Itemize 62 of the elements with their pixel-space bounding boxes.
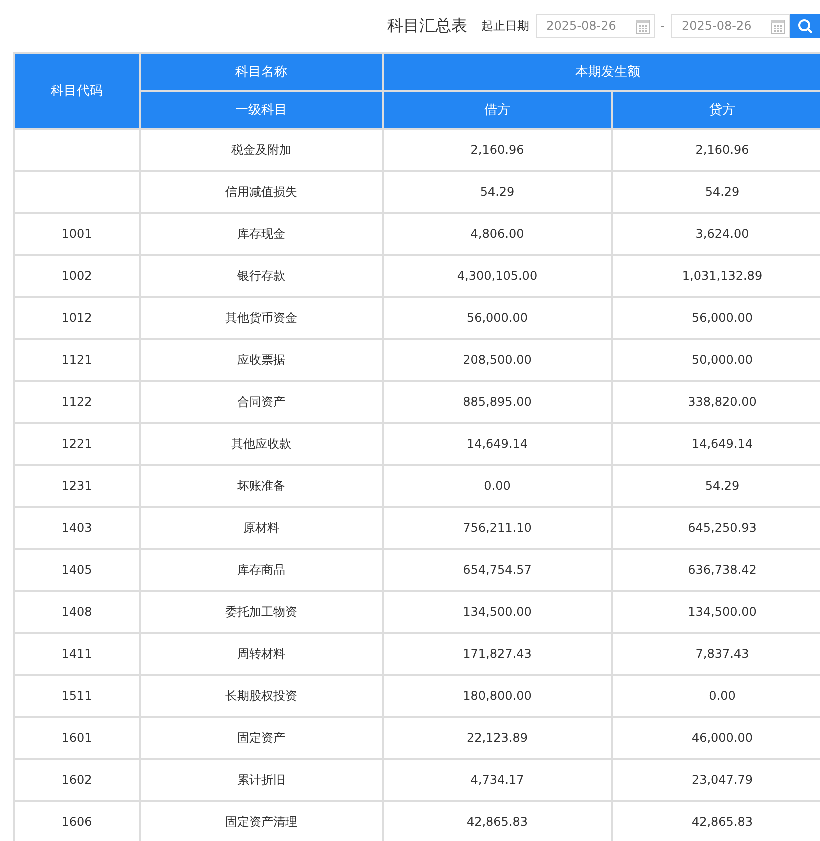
table-cell: 14,649.14 <box>383 423 612 465</box>
table-cell: 1606 <box>14 801 140 841</box>
table-cell: 134,500.00 <box>383 591 612 633</box>
search-icon <box>798 18 812 34</box>
table-cell: 4,734.17 <box>383 759 612 801</box>
table-cell: 1411 <box>14 633 140 675</box>
table-cell: 0.00 <box>383 465 612 507</box>
table-cell: 1408 <box>14 591 140 633</box>
table-cell: 54.29 <box>383 171 612 213</box>
calendar-icon[interactable] <box>636 19 650 34</box>
table-cell: 180,800.00 <box>383 675 612 717</box>
table-cell: 其他应收款 <box>140 423 383 465</box>
table-cell: 坏账准备 <box>140 465 383 507</box>
table-cell: 1221 <box>14 423 140 465</box>
table-cell: 756,211.10 <box>383 507 612 549</box>
end-date-field[interactable]: 2025-08-26 <box>671 14 790 38</box>
table-cell: 库存现金 <box>140 213 383 255</box>
table-cell: 1121 <box>14 339 140 381</box>
search-button[interactable] <box>790 14 820 38</box>
table-cell: 56,000.00 <box>383 297 612 339</box>
table-cell: 库存商品 <box>140 549 383 591</box>
table-cell: 1231 <box>14 465 140 507</box>
table-cell: 合同资产 <box>140 381 383 423</box>
table-cell: 固定资产 <box>140 717 383 759</box>
start-date-field[interactable]: 2025-08-26 <box>536 14 655 38</box>
table-cell: 885,895.00 <box>383 381 612 423</box>
table-cell: 税金及附加 <box>140 129 383 171</box>
table-cell: 4,300,105.00 <box>383 255 612 297</box>
report-title: 科目汇总表 <box>388 16 468 36</box>
table-cell: 2,160.96 <box>383 129 612 171</box>
column-header: 一级科目 <box>140 91 383 129</box>
table-cell: 信用减值损失 <box>140 171 383 213</box>
table-cell: 1602 <box>14 759 140 801</box>
table-cell: 171,827.43 <box>383 633 612 675</box>
table-cell: 1002 <box>14 255 140 297</box>
table-cell: 原材料 <box>140 507 383 549</box>
table-cell: 1601 <box>14 717 140 759</box>
table-cell: 654,754.57 <box>383 549 612 591</box>
table-cell: 1001 <box>14 213 140 255</box>
table-cell: 1122 <box>14 381 140 423</box>
column-header: 科目代码 <box>14 53 140 129</box>
table-cell: 1012 <box>14 297 140 339</box>
column-header: 科目名称 <box>140 53 383 91</box>
table-cell: 208,500.00 <box>383 339 612 381</box>
table-cell: 累计折旧 <box>140 759 383 801</box>
table-cell: 22,123.89 <box>383 717 612 759</box>
column-header: 贷方 <box>612 91 820 129</box>
table-cell: 1511 <box>14 675 140 717</box>
date-separator: - <box>660 19 665 33</box>
table-cell: 1405 <box>14 549 140 591</box>
table-cell: 其他货币资金 <box>140 297 383 339</box>
calendar-icon[interactable] <box>771 19 785 34</box>
table-cell: 委托加工物资 <box>140 591 383 633</box>
date-range-label: 起止日期 <box>482 18 530 34</box>
table-cell: 长期股权投资 <box>140 675 383 717</box>
table-cell: 4,806.00 <box>383 213 612 255</box>
table-cell: 周转材料 <box>140 633 383 675</box>
table-cell: 银行存款 <box>140 255 383 297</box>
table-cell: 应收票据 <box>140 339 383 381</box>
table-cell: 1403 <box>14 507 140 549</box>
column-header: 借方 <box>383 91 612 129</box>
column-group-header: 本期发生额 <box>383 53 820 91</box>
